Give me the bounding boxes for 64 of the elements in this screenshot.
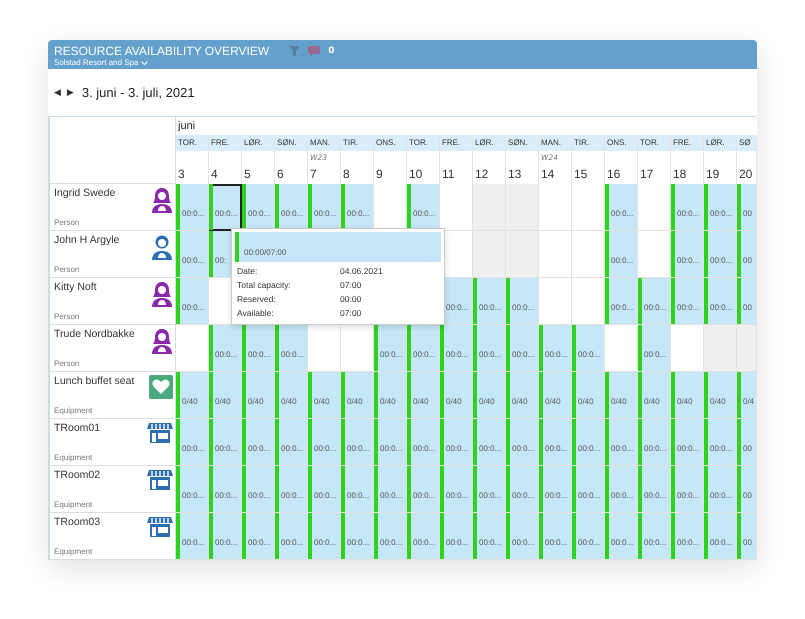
detail-value: 07:00 [340,308,362,318]
resource-type: Equipment [54,453,94,462]
panel-title: RESOURCE AVAILABILITY OVERVIEW [54,44,270,58]
detail-value: 07:00 [340,280,362,290]
detail-label: Reserved: [237,294,277,304]
day-number: 11 [441,166,456,183]
day-number: 20 [738,166,754,183]
comment-count: 0 [328,46,334,56]
weekday-label: LØR. [704,135,736,151]
day-number: 15 [573,166,588,183]
weekday-label: TIR. [572,135,604,151]
resource-name: Lunch buffet seat [54,375,134,387]
weekday-label: FRE. [671,135,703,151]
resource-name: Ingrid Swede [54,187,116,199]
weekday-label: LØR. [242,135,274,151]
date-range: 3. juni - 3. juli, 2021 [82,85,195,100]
day-number: 19 [705,166,720,183]
detail-value: 00:00 [340,294,362,304]
weekday-label: FRE. [209,135,241,151]
day-number: 17 [639,166,654,183]
weekday-label: LØR. [473,135,505,151]
resource-type: Equipment [54,406,94,415]
resource-type: Equipment [54,500,94,509]
day-number: 10 [408,166,424,183]
day-number: 6 [276,166,285,183]
day-number: 14 [540,166,556,183]
detail-label: Available: [237,308,275,318]
resource-name: John H Argyle [54,234,120,246]
resource-name: TRoom01 [54,422,100,434]
month-label: juni [176,119,196,134]
resource-name: Kitty Noft [54,281,97,293]
detail-label: Total capacity: [237,280,292,290]
weekday-label: MAN. [308,135,340,151]
weekday-label: TOR. [407,135,439,151]
weekday-label: TIR. [341,135,373,151]
day-number: 12 [474,166,490,183]
weekday-label: ONS. [374,135,406,151]
resource-name: TRoom02 [54,469,100,481]
day-number: 5 [243,166,252,183]
day-number: 3 [177,166,186,183]
resource-type: Person [54,218,80,227]
weekday-label: SØ [737,135,756,151]
day-number: 4 [210,166,219,183]
weekday-label: SØN. [275,135,307,151]
resource-type: Person [54,312,80,321]
resource-name: Trude Nordbakke [54,328,135,340]
weekday-label: ONS. [605,135,637,151]
weekday-label: MAN. [539,135,571,151]
weekday-label: TOR. [176,135,208,151]
weekday-label: FRE. [440,135,472,151]
day-number: 7 [309,166,318,183]
day-number: 18 [672,166,688,183]
day-number: 13 [507,166,522,183]
day-number: 9 [375,166,384,183]
day-number: 16 [606,166,622,183]
resource-type: Person [54,359,80,368]
resource-name: TRoom03 [54,516,100,528]
capacity-bar: 00:00/07:00 [235,232,441,262]
day-number: 8 [342,166,351,183]
weekday-label: SØN. [506,135,538,151]
weekday-label: TOR. [638,135,670,151]
resource-type: Person [54,265,80,274]
resource-type: Equipment [54,547,94,556]
detail-value: 04.06.2021 [340,266,383,276]
